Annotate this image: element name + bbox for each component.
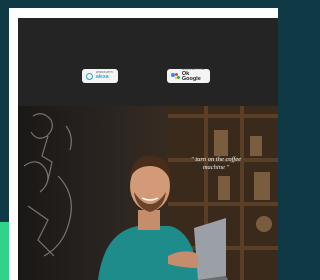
alexa-badge[interactable]: WORKS WITH alexa [82,69,118,83]
person-with-laptop-image [98,155,228,280]
google-assistant-icon [171,72,180,80]
voice-assistant-badges: WORKS WITH alexa WORKS WITH THE Ok Googl… [18,18,278,106]
hero-photo: " turn on the coffee machine " [18,106,278,280]
hero-panel: WORKS WITH alexa WORKS WITH THE Ok Googl… [18,18,278,280]
alexa-badge-label: alexa [96,73,109,80]
accent-bar [0,222,9,280]
google-badge-label: Ok Google [181,70,201,83]
alexa-icon [86,72,93,80]
content-frame: WORKS WITH alexa WORKS WITH THE Ok Googl… [9,8,278,280]
google-badge-text: WORKS WITH THE Ok Google [182,69,206,83]
google-assistant-badge[interactable]: WORKS WITH THE Ok Google [167,69,210,83]
alexa-badge-text: WORKS WITH alexa [96,72,113,80]
